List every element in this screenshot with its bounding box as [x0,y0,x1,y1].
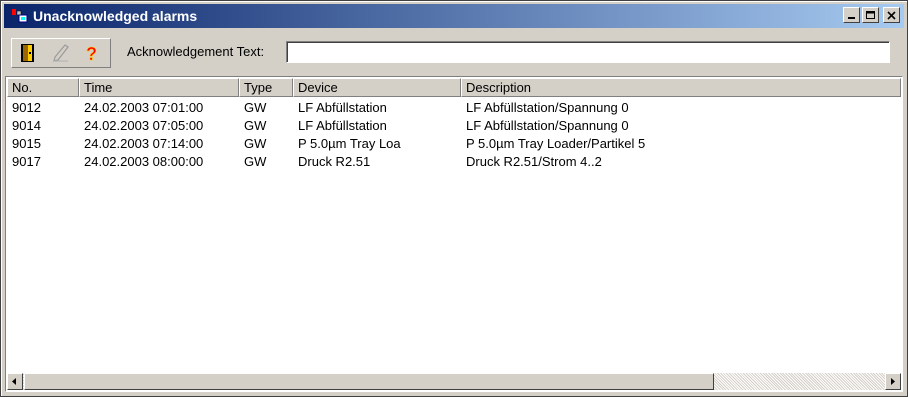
minimize-icon [848,17,855,19]
close-icon [887,11,896,20]
arrow-right-icon [891,378,895,385]
column-header-type[interactable]: Type [239,78,293,97]
table-row[interactable]: 9017 24.02.2003 08:00:00 GW Druck R2.51 … [7,153,901,171]
column-header-device[interactable]: Device [293,78,461,97]
svg-text:?: ? [86,44,97,64]
toolbar-button-group: ? [11,38,111,68]
cell-description: P 5.0µm Tray Loader/Partikel 5 [466,136,646,151]
cell-device: P 5.0µm Tray Loa [298,136,401,151]
arrow-left-icon [12,378,16,385]
cell-time: 24.02.2003 07:14:00 [84,136,204,151]
help-question-icon: ? [86,44,98,65]
cell-no: 9017 [12,154,41,169]
acknowledge-button[interactable] [48,42,72,64]
cell-type: GW [244,118,267,133]
title-bar[interactable]: Unacknowledged alarms [4,4,904,28]
acknowledgement-text-label: Acknowledgement Text: [127,44,265,59]
column-header-no[interactable]: No. [7,78,79,97]
cell-no: 9012 [12,100,41,115]
close-button[interactable] [883,7,900,23]
help-button[interactable]: ? [80,42,104,65]
cell-time: 24.02.2003 07:05:00 [84,118,204,133]
cell-no: 9015 [12,136,41,151]
maximize-icon [866,11,875,19]
alarm-list[interactable]: No. Time Type Device Description 9012 24… [5,76,903,392]
cell-description: Druck R2.51/Strom 4..2 [466,154,602,169]
maximize-button[interactable] [862,7,879,23]
minimize-button[interactable] [843,7,860,23]
table-row[interactable]: 9012 24.02.2003 07:01:00 GW LF Abfüllsta… [7,99,901,117]
cell-type: GW [244,100,267,115]
cell-device: LF Abfüllstation [298,118,387,133]
cell-time: 24.02.2003 08:00:00 [84,154,204,169]
column-header-time[interactable]: Time [79,78,239,97]
acknowledgement-text-input[interactable] [286,41,890,63]
exit-button[interactable] [16,42,40,64]
column-header-description[interactable]: Description [461,78,901,97]
cell-device: Druck R2.51 [298,154,371,169]
horizontal-scrollbar[interactable] [7,373,901,390]
alarm-app-icon [12,9,28,23]
scroll-right-button[interactable] [885,373,901,390]
cell-device: LF Abfüllstation [298,100,387,115]
exit-door-icon [21,44,34,62]
column-header-row: No. Time Type Device Description [7,78,901,97]
cell-type: GW [244,154,267,169]
table-row[interactable]: 9015 24.02.2003 07:14:00 GW P 5.0µm Tray… [7,135,901,153]
cell-description: LF Abfüllstation/Spannung 0 [466,100,629,115]
alarm-window: Unacknowledged alarms ? Acknowledgement … [0,0,908,397]
pen-icon [53,44,69,62]
alarm-rows: 9012 24.02.2003 07:01:00 GW LF Abfüllsta… [7,99,901,171]
cell-time: 24.02.2003 07:01:00 [84,100,204,115]
cell-description: LF Abfüllstation/Spannung 0 [466,118,629,133]
cell-type: GW [244,136,267,151]
toolbar: ? Acknowledgement Text: [7,36,897,68]
cell-no: 9014 [12,118,41,133]
window-title: Unacknowledged alarms [33,8,198,24]
scrollbar-thumb[interactable] [24,373,714,390]
table-row[interactable]: 9014 24.02.2003 07:05:00 GW LF Abfüllsta… [7,117,901,135]
scroll-left-button[interactable] [7,373,23,390]
